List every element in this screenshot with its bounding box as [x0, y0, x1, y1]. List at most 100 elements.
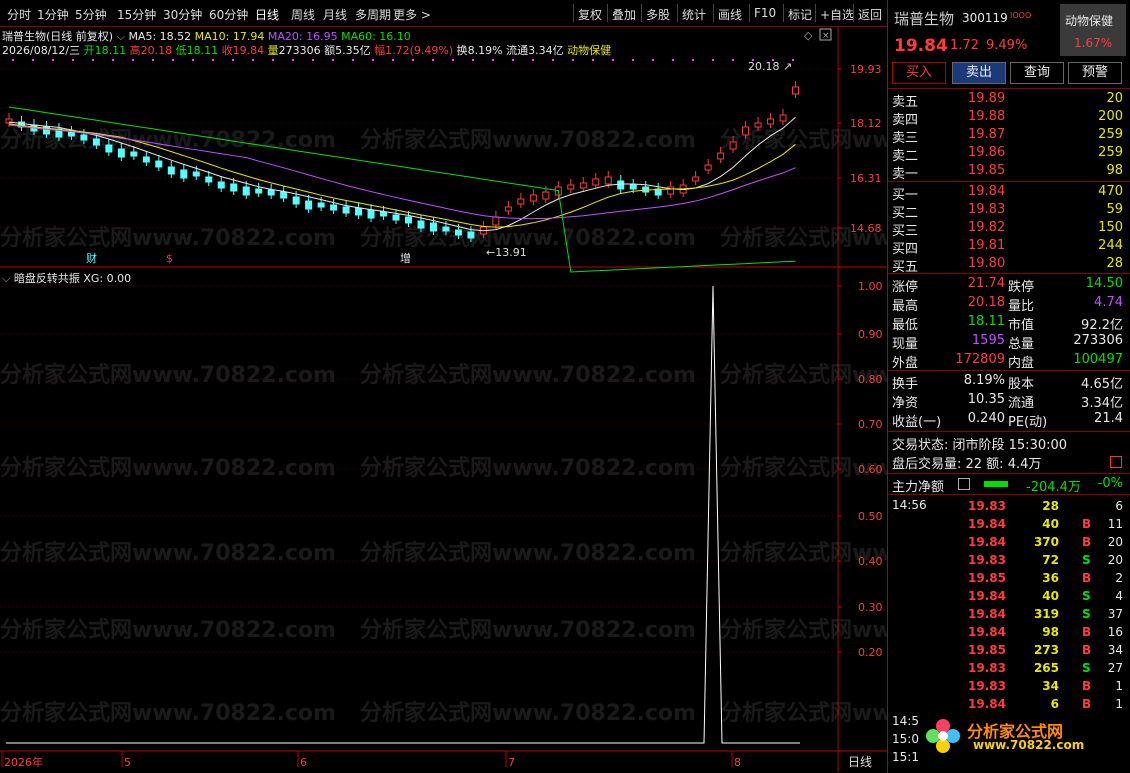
candle-body — [355, 207, 363, 216]
toolbar-action-6[interactable]: 标记 — [788, 6, 812, 23]
toolbar-action-1[interactable]: 叠加 — [612, 6, 636, 23]
tick-price: 19.85 — [968, 643, 1006, 657]
ask-row[interactable]: 卖三 19.87 259 — [888, 126, 1130, 146]
toolbar-separator — [853, 4, 854, 22]
close-value: 19.84 — [232, 44, 265, 57]
bid-row[interactable]: 买二 19.83 59 — [888, 201, 1130, 221]
tick-price: 19.83 — [968, 661, 1006, 675]
sector-badge[interactable]: 动物保健 1.67% — [1060, 4, 1126, 56]
tick-direction: B — [1082, 535, 1092, 549]
candle-body — [280, 191, 288, 199]
signal-dot — [292, 59, 294, 61]
period-label: 日线 — [848, 755, 872, 769]
tick-count: 34 — [1107, 643, 1123, 657]
toolbar-action-0[interactable]: 复权 — [578, 6, 602, 23]
period-tab-1[interactable]: 1分钟 — [37, 6, 69, 23]
tick-direction: S — [1082, 661, 1091, 675]
toolbar-action-7[interactable]: +自选 — [820, 6, 854, 23]
high-value: 20.18 — [140, 44, 173, 57]
indicator-tick-label: 0.90 — [858, 328, 883, 341]
candle-body — [442, 226, 450, 232]
candle-body — [692, 176, 700, 182]
candle-body — [317, 202, 325, 208]
period-tab-9[interactable]: 多周期 — [355, 6, 391, 23]
candle-body — [342, 206, 350, 214]
price-tick-label: 19.93 — [850, 63, 882, 76]
indicator-tick-label: 0.80 — [858, 373, 883, 386]
period-tab-10[interactable]: 更多 > — [393, 6, 431, 23]
bid-row[interactable]: 买五 19.80 28 — [888, 255, 1130, 275]
toolbar-action-5[interactable]: F10 — [754, 6, 776, 20]
tick-row: 19.84 40 S 4 — [888, 588, 1130, 606]
query-button[interactable]: 查询 — [1010, 62, 1064, 84]
chart-mini-icon[interactable] — [1110, 456, 1122, 468]
period-tab-0[interactable]: 分时 — [7, 6, 31, 23]
toolbar-separator — [607, 4, 608, 22]
price-pct: 9.49% — [986, 38, 1028, 53]
period-tab-3[interactable]: 15分钟 — [117, 6, 156, 23]
tick-price: 19.84 — [968, 589, 1006, 603]
sell-button[interactable]: 卖出 — [952, 62, 1006, 84]
float-value: 流通3.34亿 — [506, 44, 564, 57]
alert-button[interactable]: 预警 — [1068, 62, 1122, 84]
candle-body — [80, 134, 88, 141]
toolbar-action-8[interactable]: 返回 — [858, 6, 882, 23]
candle-body — [242, 186, 250, 196]
event-mark-finance[interactable]: 财 — [86, 251, 97, 265]
toolbar-action-4[interactable]: 画线 — [718, 6, 742, 23]
period-tab-6[interactable]: 日线 — [255, 6, 279, 23]
stat-row: 最高 20.18 量比 4.74 — [888, 294, 1130, 314]
period-toolbar: 分时 1分钟 5分钟 15分钟 30分钟 60分钟 日线 周线 月线 多周期 更多 > 复权 叠加 多股统… — [0, 0, 887, 27]
period-tab-7[interactable]: 周线 — [291, 6, 315, 23]
stat-value: 1595 — [971, 333, 1005, 348]
stat-value: 92.2亿 — [1081, 318, 1123, 333]
period-tab-4[interactable]: 30分钟 — [163, 6, 202, 23]
indicator-settings-icon[interactable]: ⌵ — [2, 272, 10, 285]
tick-price: 19.84 — [968, 535, 1006, 549]
main-flow-icon[interactable] — [958, 478, 970, 490]
stat-value: 21.4 — [1094, 411, 1123, 426]
tick-row: 19.84 370 B 20 — [888, 534, 1130, 552]
candle-body — [779, 114, 787, 122]
event-mark-increase[interactable]: 增 — [400, 251, 411, 265]
stat-label: 现量 — [892, 337, 919, 352]
stat-value: 0.240 — [967, 411, 1005, 426]
main-flow-row: 主力净额 -204.4万 -0% — [888, 475, 1130, 495]
watermark-text: 分析家公式网www.70822.com — [360, 540, 696, 566]
tick-direction: B — [1082, 643, 1092, 657]
bid-row[interactable]: 买三 19.82 150 — [888, 219, 1130, 239]
buy-button[interactable]: 买入 — [892, 62, 946, 84]
stat-value: 100497 — [1073, 352, 1123, 367]
candle-body — [305, 200, 313, 210]
signal-dot — [412, 59, 414, 61]
bid-row[interactable]: 买四 19.81 244 — [888, 237, 1130, 257]
ask-row[interactable]: 卖五 19.89 20 — [888, 90, 1130, 110]
kline-chart[interactable]: 分析家公式网www.70822.com 分析家公式网www.70822.com 分析… — [0, 27, 887, 772]
book-volume: 200 — [1098, 109, 1123, 124]
toolbar-action-3[interactable]: 统计 — [682, 6, 706, 23]
vol-value: 273306 — [278, 44, 321, 57]
period-tab-8[interactable]: 月线 — [323, 6, 347, 23]
tick-count: 16 — [1107, 625, 1123, 639]
tick-time: 15:0 — [892, 732, 919, 746]
period-tab-2[interactable]: 5分钟 — [75, 6, 107, 23]
candle-body — [717, 152, 725, 160]
signal-dot — [792, 59, 794, 61]
candle-body — [180, 169, 188, 179]
signal-dot — [572, 59, 574, 61]
signal-dot — [192, 59, 194, 61]
period-tab-5[interactable]: 60分钟 — [209, 6, 248, 23]
diamond-icon[interactable]: ◇ — [804, 29, 813, 42]
tick-count: 1 — [1115, 679, 1123, 693]
candle-body — [792, 86, 800, 95]
toolbar-action-2[interactable]: 多股 — [646, 6, 670, 23]
candle-body — [742, 126, 750, 136]
tick-direction: B — [1082, 571, 1092, 585]
bid-row[interactable]: 买一 19.84 470 — [888, 183, 1130, 203]
ask-row[interactable]: 卖一 19.85 98 — [888, 162, 1130, 182]
ask-row[interactable]: 卖二 19.86 259 — [888, 144, 1130, 164]
amt-value: 5.35亿 — [335, 44, 371, 57]
event-mark-dollar[interactable]: $ — [166, 252, 173, 265]
ask-row[interactable]: 卖四 19.88 200 — [888, 108, 1130, 128]
stats-divider — [888, 370, 1130, 371]
